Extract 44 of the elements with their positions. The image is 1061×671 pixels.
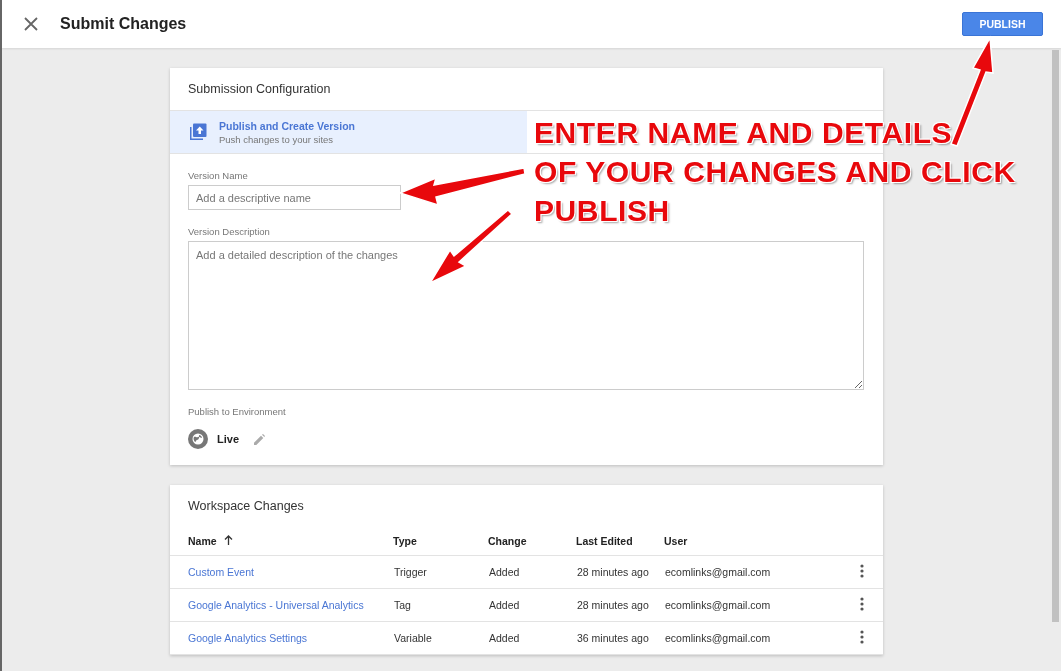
version-description-field[interactable]: Add a detailed description of the changes xyxy=(188,241,864,390)
table-cell: Tag xyxy=(394,599,411,611)
more-icon[interactable] xyxy=(860,564,864,578)
table-cell: Trigger xyxy=(394,566,427,578)
publish-button[interactable]: PUBLISH xyxy=(962,12,1043,36)
annotation-text: PUBLISH xyxy=(534,193,670,229)
field-label: Version Description xyxy=(188,226,270,237)
item-name-link[interactable]: Google Analytics - Universal Analytics xyxy=(188,599,364,611)
column-header[interactable]: User xyxy=(664,535,688,547)
card-title: Submission Configuration xyxy=(187,81,332,98)
scrollbar[interactable] xyxy=(1052,50,1059,622)
column-header[interactable]: Change xyxy=(488,535,527,547)
item-name-link[interactable]: Google Analytics Settings xyxy=(188,632,308,644)
annotation-text: OF YOUR CHANGES AND CLICK xyxy=(534,154,1016,190)
sort-arrow-icon[interactable] xyxy=(223,535,233,545)
table-cell: Variable xyxy=(394,632,432,644)
table-cell: Added xyxy=(489,566,520,578)
publish-option[interactable]: Publish and Create Version Push changes to your sites xyxy=(170,111,527,153)
globe-icon xyxy=(188,429,208,449)
table-cell: ecomlinks@gmail.com xyxy=(665,566,771,578)
table-cell: Added xyxy=(489,632,520,644)
option-subtitle: Push changes to your sites xyxy=(219,133,335,145)
table-cell: Added xyxy=(489,599,520,611)
version-name-field[interactable]: Add a descriptive name xyxy=(188,185,401,210)
column-header[interactable]: Type xyxy=(393,535,417,547)
close-icon[interactable] xyxy=(24,17,38,31)
column-header[interactable]: Last Edited xyxy=(576,535,633,547)
field-label: Version Name xyxy=(188,170,248,181)
table-cell: 36 minutes ago xyxy=(577,632,649,644)
page-title: Submit Changes xyxy=(60,15,188,33)
table-cell: ecomlinks@gmail.com xyxy=(665,599,771,611)
table-cell: ecomlinks@gmail.com xyxy=(665,632,771,644)
upload-icon xyxy=(189,123,207,141)
field-label: Publish to Environment xyxy=(188,406,286,417)
environment-name: Live xyxy=(217,433,239,445)
option-title: Publish and Create Version xyxy=(219,119,355,132)
card-title: Workspace Changes xyxy=(187,498,305,515)
more-icon[interactable] xyxy=(860,597,864,611)
table-cell: 28 minutes ago xyxy=(577,566,649,578)
table-cell: 28 minutes ago xyxy=(577,599,649,611)
annotation-text: ENTER NAME AND DETAILS xyxy=(534,115,953,151)
more-icon[interactable] xyxy=(860,630,864,644)
column-header[interactable]: Name xyxy=(188,535,217,547)
item-name-link[interactable]: Custom Event xyxy=(188,566,254,578)
